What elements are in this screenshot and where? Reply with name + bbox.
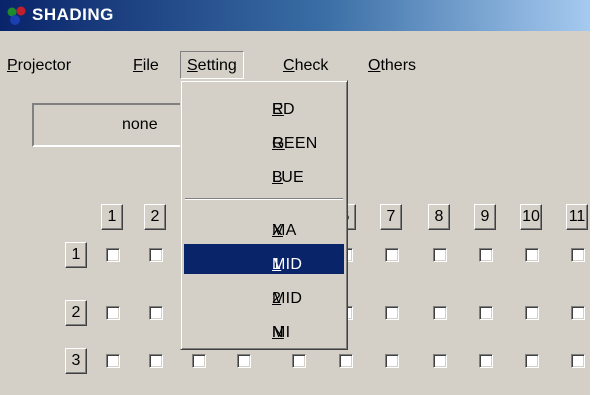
checkbox-r1-c1[interactable] [106,248,120,262]
menu-item-min[interactable]: MI N [184,312,344,342]
menu-others[interactable]: Others [368,57,416,75]
checkbox-r2-c8[interactable] [433,306,447,320]
checkbox-r3-c8[interactable] [433,354,447,368]
checkbox-r2-c7[interactable] [385,306,399,320]
checkbox-r3-c2[interactable] [149,354,163,368]
title-bar[interactable]: SHADING [0,0,590,31]
checkbox-r3-c6[interactable] [339,354,353,368]
column-header-button-7[interactable]: 7 [380,204,402,230]
status-display: none [32,103,182,147]
checkbox-r3-c7[interactable] [385,354,399,368]
shading-window: SHADING Projector File Setting Check Oth… [0,0,590,395]
menu-check[interactable]: Check [283,57,328,75]
column-header-button-11[interactable]: 11 [566,204,588,230]
menu-setting[interactable]: Setting [180,51,244,79]
checkbox-r1-c2[interactable] [149,248,163,262]
column-header-button-1[interactable]: 1 [101,204,123,230]
setting-dropdown-menu: R ED G REEN B LUE MA X MID 1 MID 2 MI N [180,80,348,350]
checkbox-r1-c8[interactable] [433,248,447,262]
checkbox-r3-c4[interactable] [237,354,251,368]
checkbox-r3-c1[interactable] [106,354,120,368]
menu-item-max[interactable]: MA X [184,210,344,240]
menu-item-mid2[interactable]: MID 2 [184,278,344,308]
status-value: none [122,116,158,133]
checkbox-r2-c11[interactable] [571,306,585,320]
menu-projector[interactable]: Projector [7,57,71,75]
menu-bar: Projector File Setting Check Others [0,51,590,80]
menu-file[interactable]: File [133,57,159,75]
checkbox-r2-c9[interactable] [479,306,493,320]
checkbox-r1-c9[interactable] [479,248,493,262]
window-title: SHADING [32,5,114,24]
checkbox-r3-c10[interactable] [525,354,539,368]
menu-item-blue[interactable]: B LUE [184,157,344,187]
checkbox-r3-c9[interactable] [479,354,493,368]
row-header-button-1[interactable]: 1 [65,242,87,268]
checkbox-r3-c3[interactable] [192,354,206,368]
menu-item-red[interactable]: R ED [184,89,344,119]
checkbox-r1-c11[interactable] [571,248,585,262]
checkbox-r2-c2[interactable] [149,306,163,320]
checkbox-r3-c11[interactable] [571,354,585,368]
column-header-button-8[interactable]: 8 [428,204,450,230]
app-logo-icon [7,6,26,25]
column-header-button-9[interactable]: 9 [474,204,496,230]
checkbox-r2-c10[interactable] [525,306,539,320]
menu-item-mid1[interactable]: MID 1 [184,244,344,274]
checkbox-r2-c1[interactable] [106,306,120,320]
column-header-button-2[interactable]: 2 [144,204,166,230]
column-header-button-10[interactable]: 10 [520,204,542,230]
menu-separator [185,198,343,200]
checkbox-r1-c7[interactable] [385,248,399,262]
row-header-button-3[interactable]: 3 [65,348,87,374]
menu-item-green[interactable]: G REEN [184,123,344,153]
row-header-button-2[interactable]: 2 [65,300,87,326]
checkbox-r1-c10[interactable] [525,248,539,262]
checkbox-r3-c5[interactable] [292,354,306,368]
